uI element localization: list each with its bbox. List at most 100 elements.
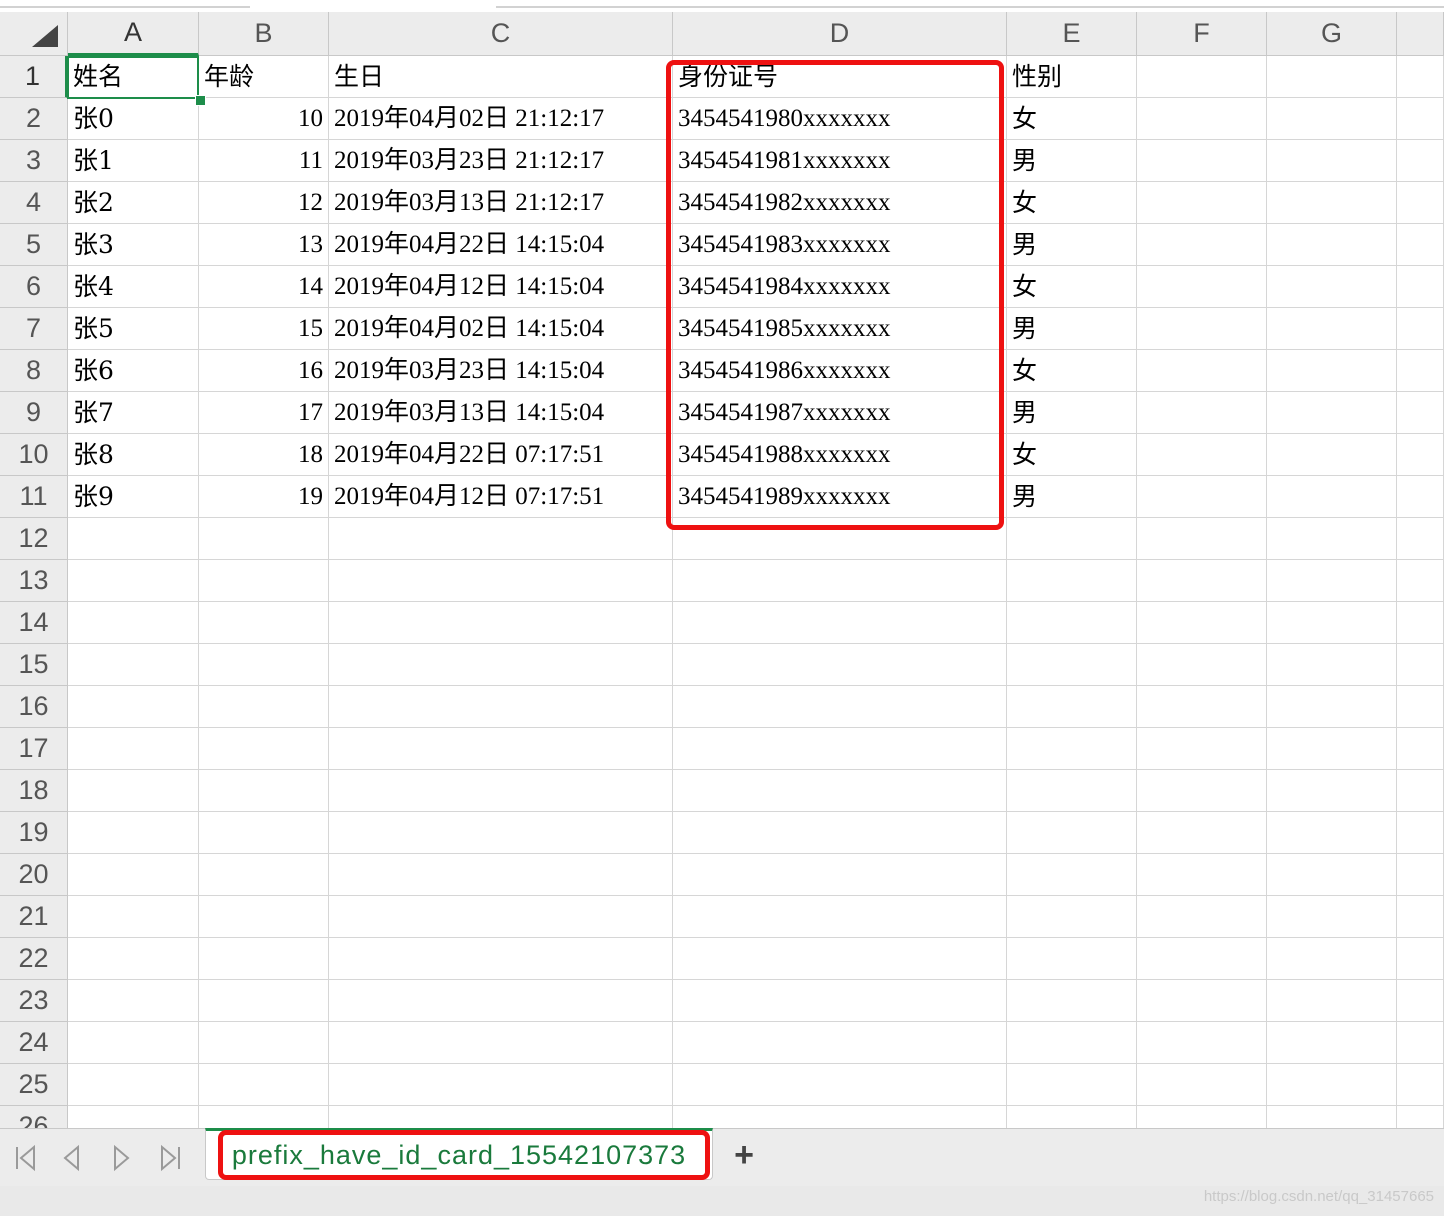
- cell[interactable]: [329, 560, 673, 602]
- row-header[interactable]: 19: [0, 812, 68, 854]
- last-sheet-button[interactable]: [156, 1143, 186, 1173]
- cell[interactable]: [329, 728, 673, 770]
- cell[interactable]: 张0: [68, 98, 199, 140]
- cell[interactable]: [1267, 182, 1397, 224]
- row-header[interactable]: 10: [0, 434, 68, 476]
- cell[interactable]: [1397, 602, 1444, 644]
- select-all-corner[interactable]: [0, 12, 68, 56]
- cell[interactable]: [199, 938, 329, 980]
- cell[interactable]: [199, 644, 329, 686]
- cell[interactable]: [1137, 896, 1267, 938]
- cell[interactable]: 2019年04月22日 14:15:04: [329, 224, 673, 266]
- cell[interactable]: [68, 896, 199, 938]
- cell[interactable]: [1007, 560, 1137, 602]
- cell[interactable]: [329, 1106, 673, 1128]
- cell[interactable]: 14: [199, 266, 329, 308]
- row-header[interactable]: 1: [0, 56, 68, 98]
- cell[interactable]: 2019年04月22日 07:17:51: [329, 434, 673, 476]
- add-sheet-button[interactable]: +: [728, 1135, 760, 1175]
- cell[interactable]: [1137, 224, 1267, 266]
- cell[interactable]: [1137, 476, 1267, 518]
- cell[interactable]: 男: [1007, 392, 1137, 434]
- column-header[interactable]: A: [68, 12, 199, 56]
- cell[interactable]: [199, 1064, 329, 1106]
- spreadsheet-grid[interactable]: ABCDEFG 1 2 3 4 5 6 7 8 9 10 11 12 13 14 15 16 17 18 19 20 2…: [0, 12, 1444, 1128]
- cell[interactable]: [329, 644, 673, 686]
- cell[interactable]: 张2: [68, 182, 199, 224]
- cell[interactable]: 3454541985xxxxxxx: [673, 308, 1007, 350]
- cell[interactable]: [1267, 980, 1397, 1022]
- cell[interactable]: [1137, 308, 1267, 350]
- cell[interactable]: [199, 560, 329, 602]
- header-cell[interactable]: 生日: [329, 56, 673, 98]
- cell[interactable]: [1397, 308, 1444, 350]
- sheet-tab[interactable]: prefix_have_id_card_15542107373: [205, 1128, 713, 1180]
- cell[interactable]: 3454541989xxxxxxx: [673, 476, 1007, 518]
- cell[interactable]: 2019年04月12日 14:15:04: [329, 266, 673, 308]
- cell[interactable]: [1137, 560, 1267, 602]
- cell[interactable]: 男: [1007, 308, 1137, 350]
- cell[interactable]: 2019年03月13日 21:12:17: [329, 182, 673, 224]
- cell[interactable]: [68, 938, 199, 980]
- cell[interactable]: [329, 1022, 673, 1064]
- cell[interactable]: [68, 518, 199, 560]
- cell[interactable]: [68, 812, 199, 854]
- cell[interactable]: 3454541983xxxxxxx: [673, 224, 1007, 266]
- cell[interactable]: [68, 602, 199, 644]
- cell[interactable]: [68, 854, 199, 896]
- cell[interactable]: [1137, 266, 1267, 308]
- cell[interactable]: [1137, 518, 1267, 560]
- cell[interactable]: [199, 980, 329, 1022]
- cell[interactable]: 13: [199, 224, 329, 266]
- cell[interactable]: [1007, 938, 1137, 980]
- row-header[interactable]: 21: [0, 896, 68, 938]
- cell[interactable]: [1267, 1064, 1397, 1106]
- cell[interactable]: [1137, 938, 1267, 980]
- cell[interactable]: [1267, 434, 1397, 476]
- cell[interactable]: [1007, 602, 1137, 644]
- row-header[interactable]: 14: [0, 602, 68, 644]
- cell[interactable]: [1137, 1064, 1267, 1106]
- prev-sheet-button[interactable]: [57, 1143, 87, 1173]
- cell[interactable]: [199, 602, 329, 644]
- cell[interactable]: [1397, 1064, 1444, 1106]
- column-header[interactable]: B: [199, 12, 329, 56]
- cell[interactable]: [673, 896, 1007, 938]
- cell[interactable]: [1007, 644, 1137, 686]
- cell[interactable]: [1267, 644, 1397, 686]
- cell[interactable]: 2019年03月23日 14:15:04: [329, 350, 673, 392]
- cell[interactable]: [1007, 1064, 1137, 1106]
- cell[interactable]: [1007, 854, 1137, 896]
- cell[interactable]: [1397, 140, 1444, 182]
- cell[interactable]: [199, 686, 329, 728]
- header-cell[interactable]: 年龄: [199, 56, 329, 98]
- cell[interactable]: [1397, 98, 1444, 140]
- cell[interactable]: [1007, 518, 1137, 560]
- cell[interactable]: [1267, 518, 1397, 560]
- cell[interactable]: 张3: [68, 224, 199, 266]
- column-header[interactable]: D: [673, 12, 1007, 56]
- next-sheet-button[interactable]: [106, 1143, 136, 1173]
- cell[interactable]: [1397, 1106, 1444, 1128]
- row-header[interactable]: 12: [0, 518, 68, 560]
- cell[interactable]: [1137, 182, 1267, 224]
- row-header[interactable]: 13: [0, 560, 68, 602]
- cell[interactable]: [199, 1022, 329, 1064]
- cell[interactable]: [1397, 560, 1444, 602]
- cell[interactable]: [1137, 812, 1267, 854]
- cell[interactable]: 3454541981xxxxxxx: [673, 140, 1007, 182]
- cell[interactable]: [1007, 980, 1137, 1022]
- cell[interactable]: [1267, 98, 1397, 140]
- cell[interactable]: [68, 980, 199, 1022]
- row-header[interactable]: 24: [0, 1022, 68, 1064]
- cell[interactable]: [673, 1106, 1007, 1128]
- cell[interactable]: 3454541987xxxxxxx: [673, 392, 1007, 434]
- cell[interactable]: 3454541980xxxxxxx: [673, 98, 1007, 140]
- cell[interactable]: 2019年04月12日 07:17:51: [329, 476, 673, 518]
- cell[interactable]: 张8: [68, 434, 199, 476]
- cell[interactable]: [673, 980, 1007, 1022]
- cell[interactable]: [1267, 1106, 1397, 1128]
- cell-area[interactable]: 姓名 年龄 生日 身份证号 性别 张0 10 2019年04月02日 21:12:17 3454…: [68, 56, 1444, 1128]
- cell[interactable]: 3454541982xxxxxxx: [673, 182, 1007, 224]
- cell[interactable]: [1267, 140, 1397, 182]
